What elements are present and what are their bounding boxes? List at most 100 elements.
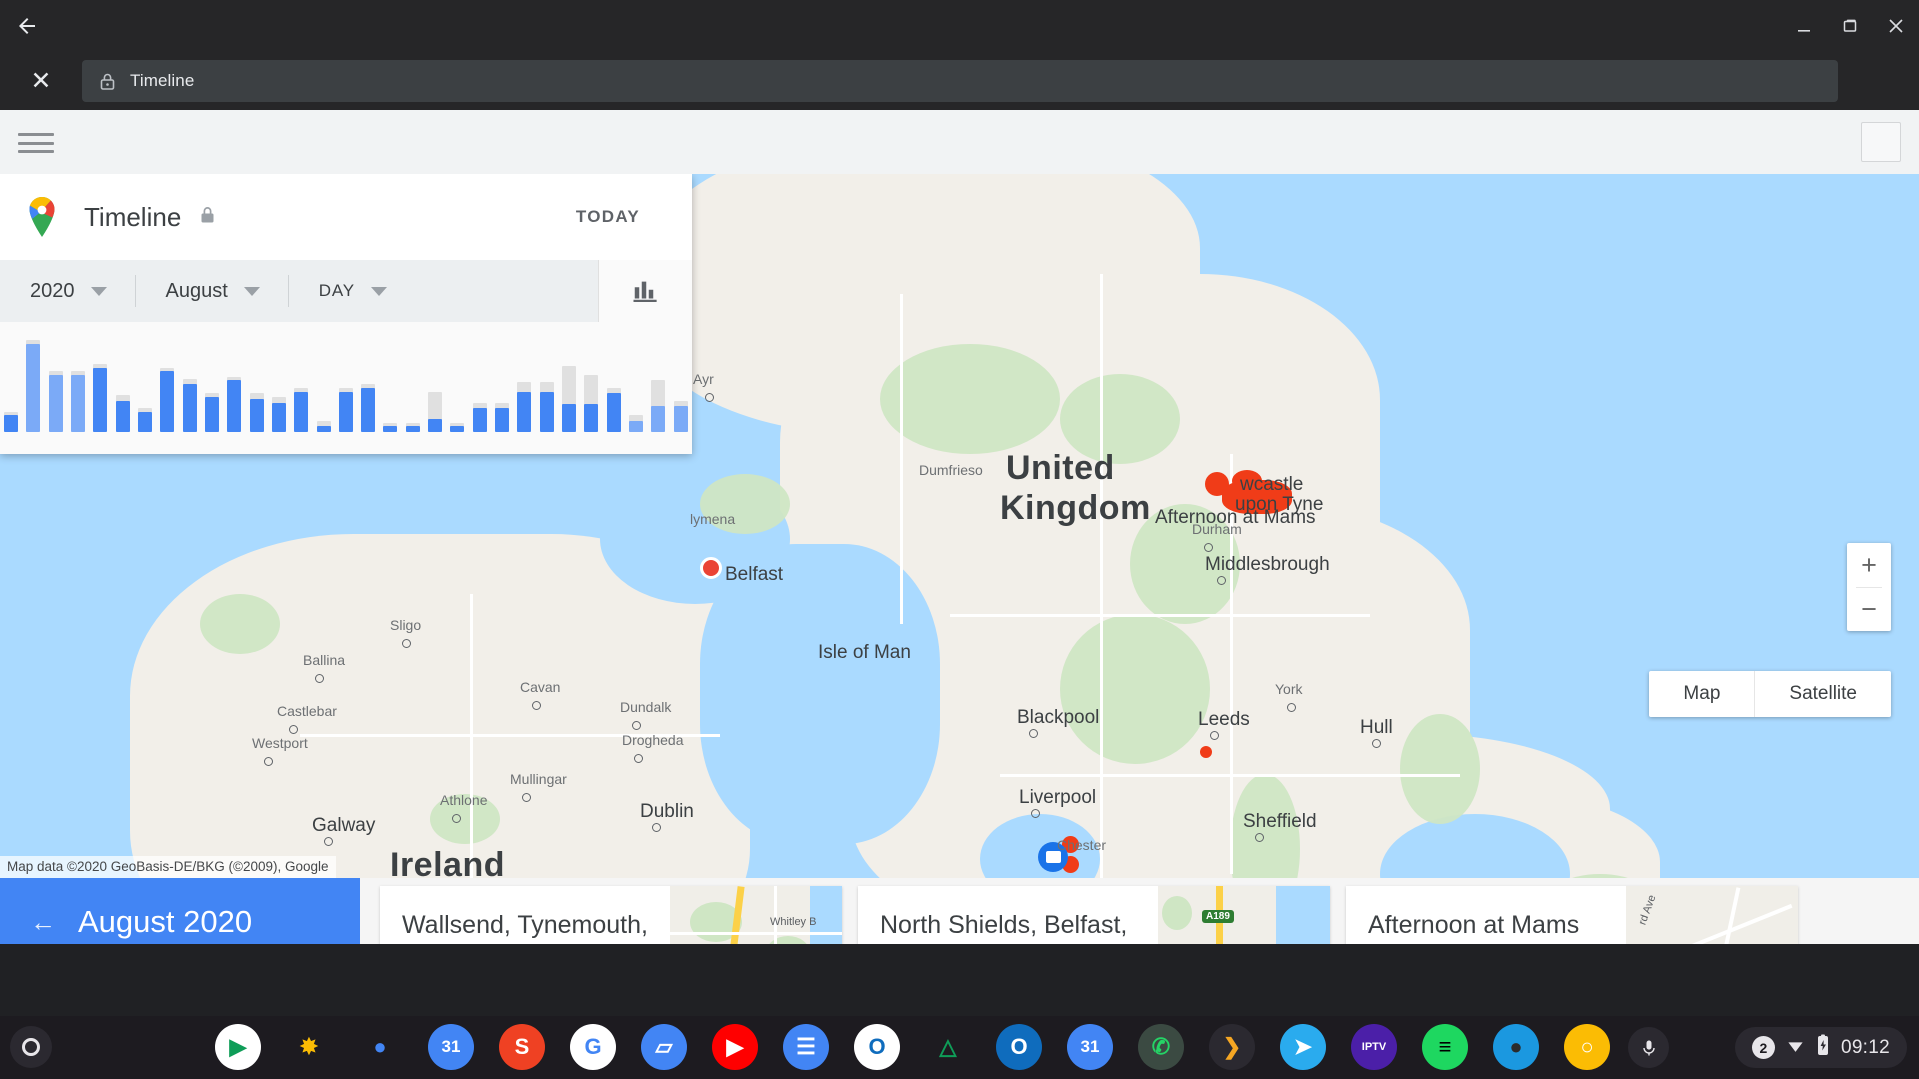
bar-total-segment bbox=[584, 374, 599, 432]
shelf-app-google-docs[interactable]: ☰ bbox=[783, 1024, 829, 1070]
shelf-app-outlook[interactable]: O bbox=[854, 1024, 900, 1070]
bar-chart-bar[interactable] bbox=[357, 340, 379, 432]
bar-chart-bar[interactable] bbox=[335, 340, 357, 432]
highlight-card[interactable]: Afternoon at Mams rd Ave Wes bbox=[1346, 886, 1798, 944]
bar-chart-bar[interactable] bbox=[290, 340, 312, 432]
bar-chart-bar[interactable] bbox=[446, 340, 468, 432]
map-label: Athlone bbox=[440, 792, 488, 808]
activity-marker-belfast[interactable] bbox=[700, 557, 722, 579]
bar-chart-bar[interactable] bbox=[558, 340, 580, 432]
system-status-area[interactable]: 2 09:12 bbox=[1734, 1027, 1907, 1068]
bar-chart-bar[interactable] bbox=[647, 340, 669, 432]
month-summary-card[interactable]: ← August 2020 2 trips 1 highlight bbox=[0, 878, 360, 944]
window-back-button[interactable] bbox=[0, 0, 54, 52]
map-type-map-button[interactable]: Map bbox=[1649, 671, 1755, 717]
chart-toggle-button[interactable] bbox=[598, 260, 692, 322]
granularity-select[interactable]: DAY bbox=[289, 260, 387, 322]
trip-card[interactable]: Wallsend, Tynemouth, Ellesmere Port, and… bbox=[380, 886, 842, 944]
map-label: Galway bbox=[312, 815, 376, 836]
bar-chart-bar[interactable] bbox=[513, 340, 535, 432]
shelf-app-google-photos[interactable]: ✸ bbox=[286, 1024, 332, 1070]
map-type-switch: Map Satellite bbox=[1649, 671, 1891, 717]
assistant-mic-button[interactable] bbox=[1628, 1027, 1669, 1068]
road-shield: A189 bbox=[1202, 910, 1234, 923]
trip-card-title-main: North Shields, Belfast, Newcastle upon T… bbox=[880, 911, 1128, 939]
shelf-app-spotify[interactable]: ≡ bbox=[1422, 1024, 1468, 1070]
bar-chart-bar[interactable] bbox=[580, 340, 602, 432]
bar-chart-bar[interactable] bbox=[424, 340, 446, 432]
bar-chart-bar[interactable] bbox=[268, 340, 290, 432]
activity-marker-midlands[interactable] bbox=[1200, 746, 1212, 758]
today-button[interactable]: TODAY bbox=[576, 207, 640, 227]
map-city-dot bbox=[1255, 833, 1264, 842]
bar-chart-bar[interactable] bbox=[402, 340, 424, 432]
map-label: Dumfrieso bbox=[919, 462, 983, 478]
launcher-icon[interactable] bbox=[10, 1026, 52, 1068]
bar-chart-bar[interactable] bbox=[536, 340, 558, 432]
chromeos-desktop: ✕ Timeline Ayr Dumfrieso United Kingdom … bbox=[0, 0, 1919, 1079]
shelf-app-calendar-2[interactable]: 31 bbox=[1067, 1024, 1113, 1070]
bar-chart-bar[interactable] bbox=[112, 340, 134, 432]
account-button[interactable] bbox=[1861, 122, 1901, 162]
map-city-dot bbox=[522, 793, 531, 802]
map-label: Dublin bbox=[640, 801, 694, 822]
shelf-app-chevron-app[interactable]: ❯ bbox=[1209, 1024, 1255, 1070]
zoom-out-button[interactable]: − bbox=[1847, 587, 1891, 631]
shelf-app-calendar[interactable]: 31 bbox=[428, 1024, 474, 1070]
bar-chart-bar[interactable] bbox=[22, 340, 44, 432]
bar-chart-bar[interactable] bbox=[134, 340, 156, 432]
shelf-app-files[interactable]: ▱ bbox=[641, 1024, 687, 1070]
bar-chart-bar[interactable] bbox=[379, 340, 401, 432]
close-app-button[interactable]: ✕ bbox=[0, 52, 82, 110]
shelf-app-bbc-sounds[interactable]: S bbox=[499, 1024, 545, 1070]
hamburger-menu-icon[interactable] bbox=[18, 130, 54, 156]
year-select[interactable]: 2020 bbox=[0, 260, 136, 322]
bar-chart-bar[interactable] bbox=[179, 340, 201, 432]
map-type-satellite-button[interactable]: Satellite bbox=[1754, 671, 1891, 717]
bar-chart-bar[interactable] bbox=[67, 340, 89, 432]
address-bar[interactable]: Timeline bbox=[82, 60, 1838, 102]
google-maps-page: Ayr Dumfrieso United Kingdom wcastle upon Tyn… bbox=[0, 110, 1919, 944]
shelf-app-google-keep[interactable]: ○ bbox=[1564, 1024, 1610, 1070]
timeline-bar-chart[interactable] bbox=[0, 322, 692, 454]
shelf-app-sphere-app[interactable]: ● bbox=[1493, 1024, 1539, 1070]
bar-chart-bar[interactable] bbox=[491, 340, 513, 432]
bar-chart-bar[interactable] bbox=[625, 340, 647, 432]
bar-chart-bar[interactable] bbox=[602, 340, 624, 432]
shelf-app-play-store[interactable]: ▶ bbox=[215, 1024, 261, 1070]
google-maps-logo-icon bbox=[22, 195, 62, 239]
bar-chart-bar[interactable] bbox=[156, 340, 178, 432]
shelf-app-chrome[interactable]: ● bbox=[357, 1024, 403, 1070]
window-close-button[interactable] bbox=[1873, 0, 1919, 52]
shelf-app-iptv-smarters[interactable]: IPTV bbox=[1351, 1024, 1397, 1070]
bar-chart-bar[interactable] bbox=[0, 340, 22, 432]
shelf-app-google-drive[interactable]: △ bbox=[925, 1024, 971, 1070]
bar-chart-bar[interactable] bbox=[45, 340, 67, 432]
bar-chart-bar[interactable] bbox=[89, 340, 111, 432]
bar-value-segment bbox=[450, 426, 465, 432]
shelf-app-whatsapp[interactable]: ✆ bbox=[1138, 1024, 1184, 1070]
shelf-app-google-news[interactable]: G bbox=[570, 1024, 616, 1070]
bar-chart-bar[interactable] bbox=[469, 340, 491, 432]
month-summary-month: August bbox=[78, 904, 175, 939]
shelf-app-outlook-2[interactable]: O bbox=[996, 1024, 1042, 1070]
back-arrow-icon[interactable]: ← bbox=[30, 907, 56, 938]
map-label: Castlebar bbox=[277, 703, 337, 719]
bar-chart-bar[interactable] bbox=[312, 340, 334, 432]
bar-chart-bar[interactable] bbox=[223, 340, 245, 432]
bar-value-segment bbox=[294, 391, 309, 432]
bar-chart-bar[interactable] bbox=[245, 340, 267, 432]
window-minimize-button[interactable] bbox=[1781, 0, 1827, 52]
shelf-app-telegram[interactable]: ➤ bbox=[1280, 1024, 1326, 1070]
bar-value-segment bbox=[71, 374, 86, 432]
bar-chart-bar[interactable] bbox=[669, 340, 691, 432]
bar-total-segment bbox=[450, 422, 465, 432]
window-maximize-button[interactable] bbox=[1827, 0, 1873, 52]
back-arrow-icon bbox=[19, 18, 35, 34]
highlight-card-title: Afternoon at Mams bbox=[1368, 911, 1580, 939]
shelf-app-youtube-music[interactable]: ▶ bbox=[712, 1024, 758, 1070]
bar-chart-bar[interactable] bbox=[201, 340, 223, 432]
trip-card[interactable]: North Shields, Belfast, Newcastle upon T… bbox=[858, 886, 1330, 944]
month-select[interactable]: August bbox=[136, 260, 289, 322]
zoom-in-button[interactable]: + bbox=[1847, 543, 1891, 587]
